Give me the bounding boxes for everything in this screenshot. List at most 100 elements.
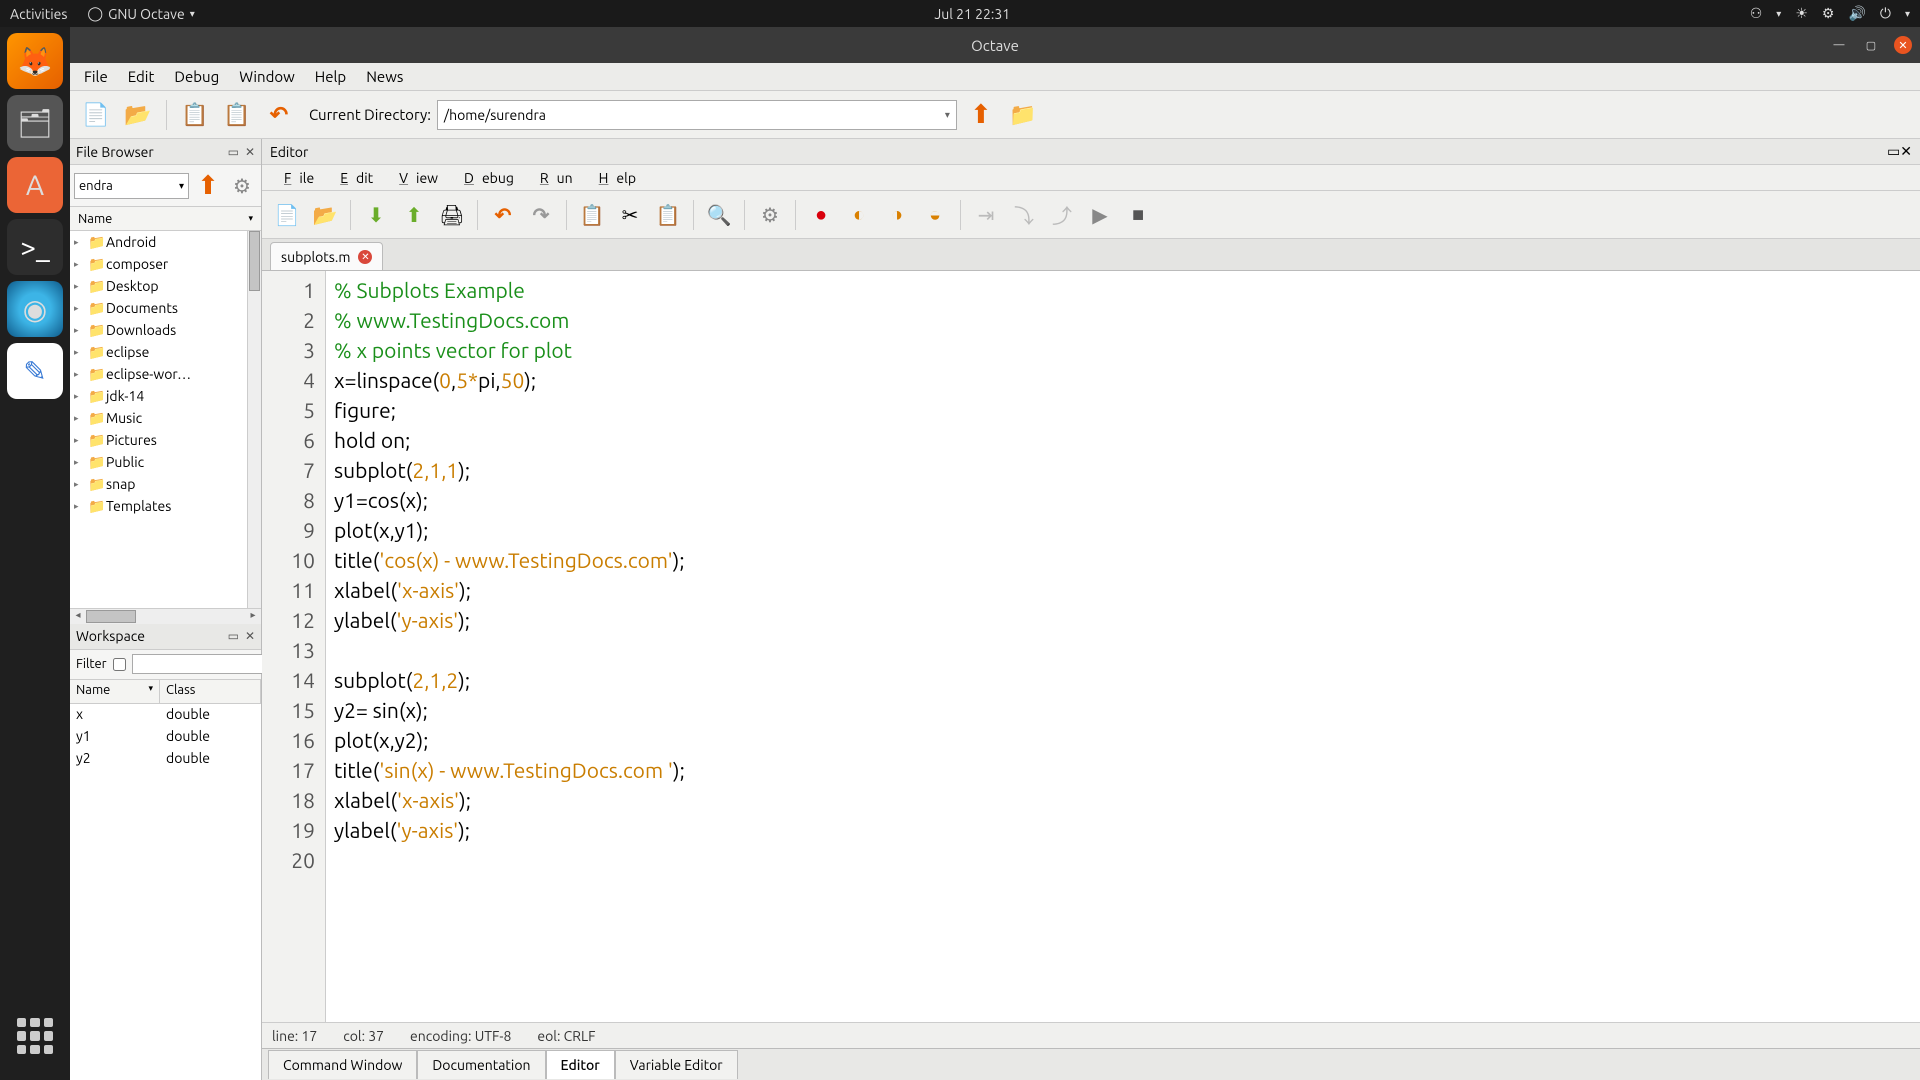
editor-undo-button[interactable] [486, 198, 520, 232]
volume-icon[interactable]: 🔊 [1848, 5, 1865, 22]
editor-menu-file[interactable]: File [268, 168, 322, 188]
file-browser-item[interactable]: ▸📁Pictures [70, 429, 261, 451]
menu-debug[interactable]: Debug [166, 66, 227, 87]
copy-button[interactable] [177, 97, 213, 133]
brightness-icon[interactable]: ☀ [1795, 5, 1808, 22]
app-menu[interactable]: ◯ GNU Octave ▾ [87, 5, 194, 22]
editor-cut-button[interactable] [613, 198, 647, 232]
menu-news[interactable]: News [358, 66, 411, 87]
show-applications-button[interactable] [7, 1008, 63, 1064]
clock[interactable]: Jul 21 22:31 [195, 6, 1750, 22]
power-icon[interactable]: ⏻ [1880, 5, 1891, 22]
file-browser-item[interactable]: ▸📁snap [70, 473, 261, 495]
editor-menu-view[interactable]: View [383, 168, 446, 188]
editor-tab[interactable]: subplots.m ✕ [270, 242, 383, 270]
file-browser-item[interactable]: ▸📁Desktop [70, 275, 261, 297]
editor-paste-button[interactable] [651, 198, 685, 232]
paste-button[interactable] [219, 97, 255, 133]
directory-up-button[interactable] [963, 97, 999, 133]
new-file-button[interactable] [78, 97, 114, 133]
launcher-octave[interactable]: ◉ [7, 281, 63, 337]
file-browser-item[interactable]: ▸📁Android [70, 231, 261, 253]
file-browser-up-button[interactable] [193, 171, 223, 201]
undock-button[interactable]: ▭ [228, 145, 239, 159]
file-browser-item[interactable]: ▸📁composer [70, 253, 261, 275]
file-browser-item[interactable]: ▸📁eclipse-wor… [70, 363, 261, 385]
file-browser-item[interactable]: ▸📁eclipse [70, 341, 261, 363]
step-over-button[interactable]: ⇥ [969, 198, 1003, 232]
network-icon[interactable]: ⚙ [1822, 5, 1835, 22]
workspace-row[interactable]: y2double [70, 748, 261, 770]
code-content[interactable]: % Subplots Example % www.TestingDocs.com… [326, 271, 1920, 1022]
menu-window[interactable]: Window [231, 66, 303, 87]
bottom-tab[interactable]: Variable Editor [615, 1050, 738, 1079]
file-browser-item[interactable]: ▸📁jdk-14 [70, 385, 261, 407]
minimize-button[interactable]: — [1830, 36, 1848, 54]
undo-button[interactable] [261, 97, 297, 133]
bottom-tab[interactable]: Documentation [417, 1050, 545, 1079]
breakpoint-clear-button[interactable] [918, 198, 952, 232]
file-browser-settings-button[interactable] [227, 171, 257, 201]
launcher-files[interactable]: 🗂 [7, 95, 63, 151]
file-browser-header[interactable]: Name ▾ [70, 207, 261, 231]
breakpoint-toggle-button[interactable] [804, 198, 838, 232]
bottom-tab[interactable]: Editor [546, 1050, 615, 1079]
file-browser-list[interactable]: ▸📁Android▸📁composer▸📁Desktop▸📁Documents▸… [70, 231, 261, 608]
current-directory-input[interactable]: /home/surendra ▾ [437, 100, 957, 130]
editor-panel-title: Editor ▭ ✕ [262, 139, 1920, 165]
editor-prefs-button[interactable] [753, 198, 787, 232]
scrollbar-vertical[interactable] [247, 231, 261, 608]
breakpoint-prev-button[interactable] [842, 198, 876, 232]
accessibility-icon[interactable]: ⚇ [1750, 5, 1763, 22]
close-panel-button[interactable]: ✕ [245, 629, 255, 643]
workspace-filter-checkbox[interactable] [113, 658, 126, 671]
editor-print-button[interactable] [435, 198, 469, 232]
editor-menu-help[interactable]: Help [583, 168, 644, 188]
breakpoint-next-button[interactable] [880, 198, 914, 232]
stop-button[interactable] [1121, 198, 1155, 232]
launcher-firefox[interactable]: 🦊 [7, 33, 63, 89]
editor-copy-button[interactable] [575, 198, 609, 232]
undock-button[interactable]: ▭ [1887, 143, 1900, 160]
menu-edit[interactable]: Edit [120, 66, 163, 87]
workspace-body[interactable]: xdoubley1doubley2double [70, 704, 261, 1080]
browse-directory-button[interactable] [1005, 97, 1041, 133]
editor-menu-debug[interactable]: Debug [448, 168, 522, 188]
editor-menu-run[interactable]: Run [524, 168, 581, 188]
launcher-terminal[interactable]: >_ [7, 219, 63, 275]
file-browser-item[interactable]: ▸📁Downloads [70, 319, 261, 341]
editor-save-button[interactable] [359, 198, 393, 232]
editor-redo-button[interactable] [524, 198, 558, 232]
launcher-software[interactable]: A [7, 157, 63, 213]
editor-open-button[interactable] [308, 198, 342, 232]
file-browser-item[interactable]: ▸📁Public [70, 451, 261, 473]
undock-button[interactable]: ▭ [228, 629, 239, 643]
bottom-tab[interactable]: Command Window [268, 1050, 417, 1079]
file-browser-item[interactable]: ▸📁Templates [70, 495, 261, 517]
file-browser-item[interactable]: ▸📁Documents [70, 297, 261, 319]
workspace-row[interactable]: y1double [70, 726, 261, 748]
editor-new-button[interactable] [270, 198, 304, 232]
file-browser-item[interactable]: ▸📁Music [70, 407, 261, 429]
close-button[interactable]: ✕ [1894, 36, 1912, 54]
code-area[interactable]: 1234567891011121314151617181920 % Subplo… [262, 271, 1920, 1022]
menu-file[interactable]: File [76, 66, 116, 87]
menu-help[interactable]: Help [307, 66, 354, 87]
file-browser-path-input[interactable]: endra ▾ [74, 173, 189, 199]
editor-saveas-button[interactable] [397, 198, 431, 232]
open-file-button[interactable] [120, 97, 156, 133]
close-panel-button[interactable]: ✕ [245, 145, 255, 159]
step-in-button[interactable]: ⤵ [1007, 198, 1041, 232]
run-button[interactable] [1083, 198, 1117, 232]
workspace-col-class: Class [160, 680, 261, 703]
maximize-button[interactable]: ▢ [1862, 36, 1880, 54]
launcher-texteditor[interactable]: ✎ [7, 343, 63, 399]
step-out-button[interactable]: ⤴ [1045, 198, 1079, 232]
workspace-header[interactable]: Name▾ Class [70, 680, 261, 704]
close-panel-button[interactable]: ✕ [1900, 143, 1912, 160]
activities-button[interactable]: Activities [10, 6, 67, 22]
scrollbar-horizontal[interactable]: ◂▸ [70, 608, 261, 624]
editor-find-button[interactable] [702, 198, 736, 232]
editor-menu-edit[interactable]: Edit [324, 168, 381, 188]
workspace-row[interactable]: xdouble [70, 704, 261, 726]
